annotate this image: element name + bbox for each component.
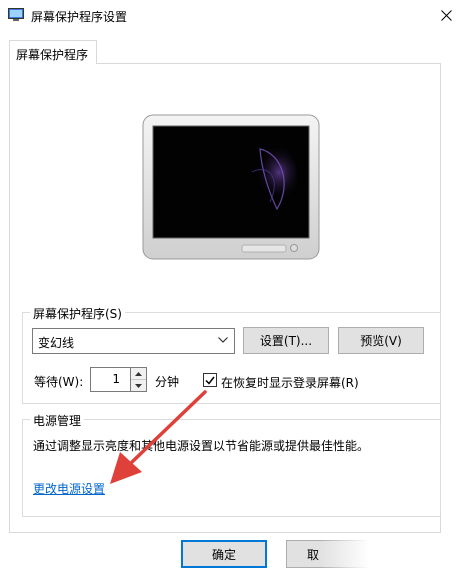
close-button[interactable] — [431, 0, 461, 31]
wait-minutes-stepper[interactable] — [131, 367, 147, 392]
chevron-down-small-icon — [135, 384, 142, 388]
power-management-group — [22, 419, 441, 517]
wait-minutes-value: 1 — [112, 372, 120, 386]
settings-button[interactable]: 设置(T)... — [243, 327, 329, 354]
close-icon — [440, 10, 452, 21]
monitor-preview — [142, 114, 320, 260]
screen-saver-app-icon — [8, 8, 24, 21]
preview-button[interactable]: 预览(V) — [338, 327, 424, 354]
screen-saver-group-label: 屏幕保护程序(S) — [30, 305, 125, 322]
power-group-label: 电源管理 — [30, 412, 85, 429]
resume-logon-label: 在恢复时显示登录屏幕(R) — [221, 376, 359, 390]
wait-unit: 分钟 — [155, 375, 180, 389]
change-power-settings-link[interactable]: 更改电源设置 — [33, 480, 105, 497]
screen-saver-select[interactable]: 变幻线 — [32, 328, 235, 354]
chevron-up-icon — [135, 371, 142, 376]
power-description: 通过调整显示亮度和其他电源设置以节省能源或提供最佳性能。 — [33, 439, 370, 453]
chevron-down-icon — [218, 337, 228, 343]
spin-down-button[interactable] — [131, 380, 146, 392]
checkmark-icon — [205, 376, 215, 385]
wait-label: 等待(W): — [34, 375, 84, 389]
spin-up-button[interactable] — [131, 368, 146, 380]
screen-saver-selected: 变幻线 — [38, 336, 75, 350]
wait-minutes-input[interactable]: 1 — [90, 367, 131, 392]
window-title: 屏幕保护程序设置 — [31, 10, 128, 24]
tab-label: 屏幕保护程序 — [16, 48, 89, 62]
title-bar: 屏幕保护程序设置 — [0, 0, 461, 31]
ok-button[interactable]: 确定 — [181, 540, 267, 568]
cropped-edge — [320, 538, 461, 578]
tab-screen-saver[interactable]: 屏幕保护程序 — [9, 40, 97, 64]
resume-logon-checkbox[interactable] — [203, 373, 217, 387]
